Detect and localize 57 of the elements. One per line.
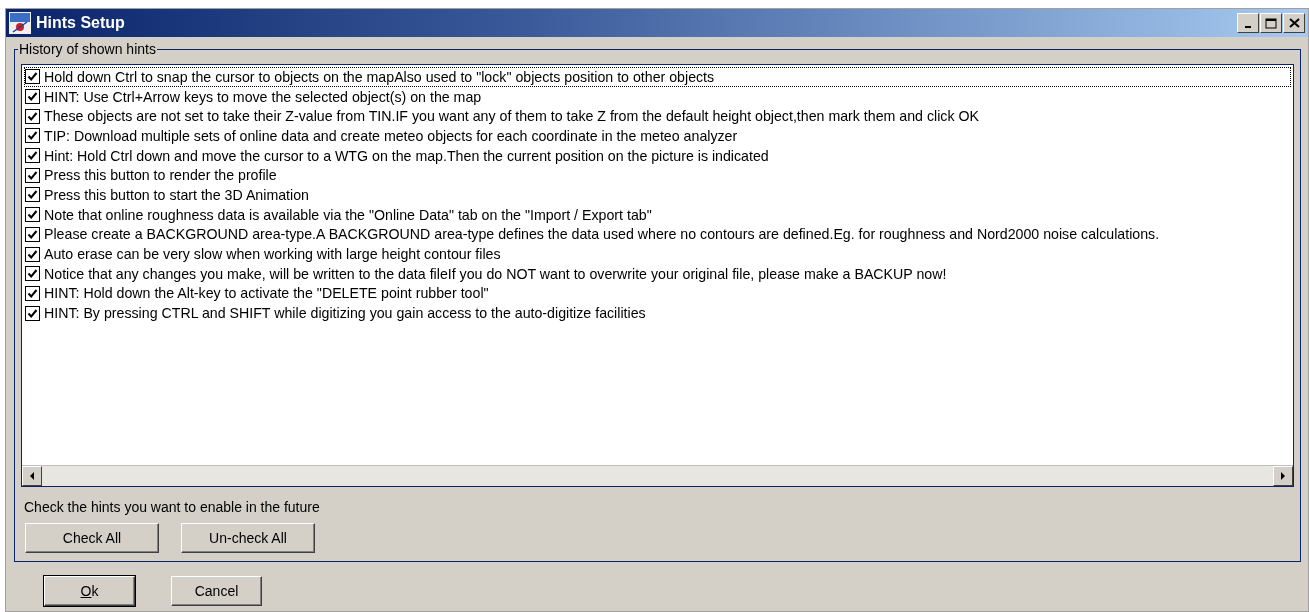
checkbox[interactable] [25, 207, 40, 223]
maximize-icon [1265, 17, 1277, 29]
maximize-button[interactable] [1260, 13, 1282, 33]
checkbox[interactable] [25, 246, 40, 262]
checkbox[interactable] [25, 285, 40, 301]
left-arrow-icon [29, 472, 35, 480]
hint-item[interactable]: Press this button to render the profile [24, 165, 1291, 186]
checkbox[interactable] [25, 305, 40, 321]
hint-item[interactable]: TIP: Download multiple sets of online data and create meteo objects for each coordinate in the meteo analyzer [24, 126, 1291, 146]
check-icon [27, 130, 38, 142]
checkbox[interactable] [25, 187, 40, 203]
hint-item[interactable]: Press this button to start the 3D Animation [24, 185, 1291, 205]
window-title: Hints Setup [36, 14, 126, 32]
hint-item[interactable]: HINT: By pressing CTRL and SHIFT while digitizing you gain access to the auto-digitize facilities [24, 303, 1291, 323]
minimize-button[interactable] [1237, 13, 1259, 33]
checkbox[interactable] [25, 128, 40, 144]
right-arrow-icon [1280, 472, 1286, 480]
checkbox[interactable] [25, 167, 40, 183]
check-icon [27, 228, 38, 240]
close-icon [1288, 18, 1300, 28]
check-icon [27, 189, 38, 201]
check-icon [27, 150, 38, 162]
check-icon [27, 71, 38, 83]
checkbox[interactable] [25, 108, 40, 124]
close-button[interactable] [1283, 13, 1305, 33]
hint-item[interactable]: HINT: Hold down the Alt-key to activate the "DELETE point rubber tool" [24, 283, 1291, 304]
check-icon [27, 91, 38, 103]
hint-item[interactable]: Auto erase can be very slow when working with large height contour files [24, 244, 1291, 264]
hint-item[interactable]: Note that online roughness data is available via the "Online Data" tab on the "Import / Export tab" [24, 204, 1291, 225]
hint-item[interactable]: HINT: Use Ctrl+Arrow keys to move the selected object(s) on the map [24, 86, 1291, 107]
checkbox[interactable] [25, 89, 40, 105]
check-icon [27, 169, 38, 181]
checkbox[interactable] [25, 69, 40, 85]
check-icon [27, 248, 38, 260]
instruction-text: Check the hints you want to enable in the future [24, 499, 321, 515]
check-icon [27, 110, 38, 122]
scroll-right-button[interactable] [1273, 466, 1293, 486]
hint-item[interactable]: Notice that any changes you make, will be written to the data fileIf you do NOT want to overwrite your original file, please make a BACKUP now! [24, 263, 1291, 284]
check-icon [27, 307, 38, 319]
hint-item[interactable]: Please create a BACKGROUND area-type.A BACKGROUND area-type defines the data used where no contours are defined.Eg. for roughness and Nord2000 noise calculations. [24, 224, 1291, 245]
checkbox[interactable] [25, 266, 40, 282]
minimize-icon [1245, 26, 1251, 28]
check-icon [27, 268, 38, 280]
check-icon [27, 287, 38, 299]
hint-item[interactable]: Hint: Hold Ctrl down and move the cursor to a WTG on the map.Then the current position on the picture is indicated [24, 145, 1291, 166]
hint-item[interactable]: These objects are not set to take their Z-value from TIN.IF you want any of them to take Z from the default height object,then mark them and click OK [24, 106, 1291, 127]
group-button[interactable]: Check All [25, 523, 159, 553]
group-button[interactable]: Un-check All [181, 523, 315, 553]
group-title: History of shown hints [18, 41, 157, 57]
hint-item[interactable]: Hold down Ctrl to snap the cursor to objects on the mapAlso used to "lock" objects position to other objects [24, 67, 1291, 87]
checkbox[interactable] [25, 226, 40, 242]
ok-button[interactable]: Ok [44, 576, 135, 606]
cancel-button[interactable]: Cancel [171, 576, 262, 606]
app-icon [9, 12, 31, 34]
checkbox[interactable] [25, 148, 40, 164]
scroll-left-button[interactable] [22, 466, 42, 486]
check-icon [27, 209, 38, 221]
